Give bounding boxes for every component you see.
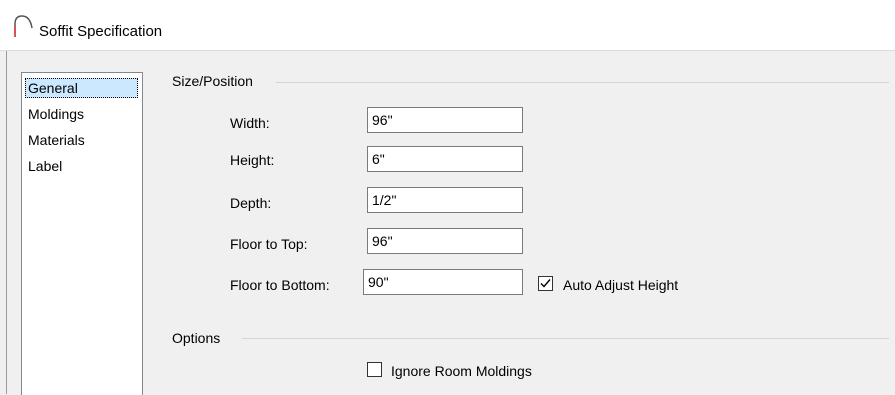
floor-to-bottom-label: Floor to Bottom: (230, 277, 330, 293)
checkmark-icon (540, 279, 551, 288)
width-field[interactable] (367, 107, 523, 133)
floor-to-bottom-field[interactable] (363, 269, 523, 295)
nav-item-moldings[interactable]: Moldings (25, 104, 87, 124)
size-position-group-label: Size/Position (172, 73, 253, 89)
ignore-room-moldings-label: Ignore Room Moldings (391, 363, 532, 379)
width-label: Width: (230, 115, 270, 131)
size-position-divider (276, 82, 889, 83)
soffit-arc-icon (14, 15, 33, 37)
ignore-room-moldings-checkbox[interactable] (367, 362, 382, 377)
nav-item-general[interactable]: General (25, 78, 138, 98)
nav-item-label[interactable]: Label (25, 156, 65, 176)
category-list[interactable]: General Moldings Materials Label (21, 72, 143, 395)
options-divider (242, 338, 889, 339)
auto-adjust-height-label: Auto Adjust Height (563, 277, 679, 293)
nav-item-materials[interactable]: Materials (25, 130, 88, 150)
title-bar: Soffit Specification (0, 0, 895, 51)
depth-field[interactable] (367, 187, 523, 213)
window-title: Soffit Specification (39, 23, 163, 40)
window-left-border (6, 51, 7, 394)
height-label: Height: (230, 152, 275, 168)
auto-adjust-height-checkbox[interactable] (538, 276, 553, 291)
options-group-label: Options (172, 330, 221, 346)
depth-label: Depth: (230, 195, 272, 211)
height-field[interactable] (367, 146, 523, 172)
floor-to-top-label: Floor to Top: (230, 236, 308, 252)
floor-to-top-field[interactable] (367, 228, 523, 254)
